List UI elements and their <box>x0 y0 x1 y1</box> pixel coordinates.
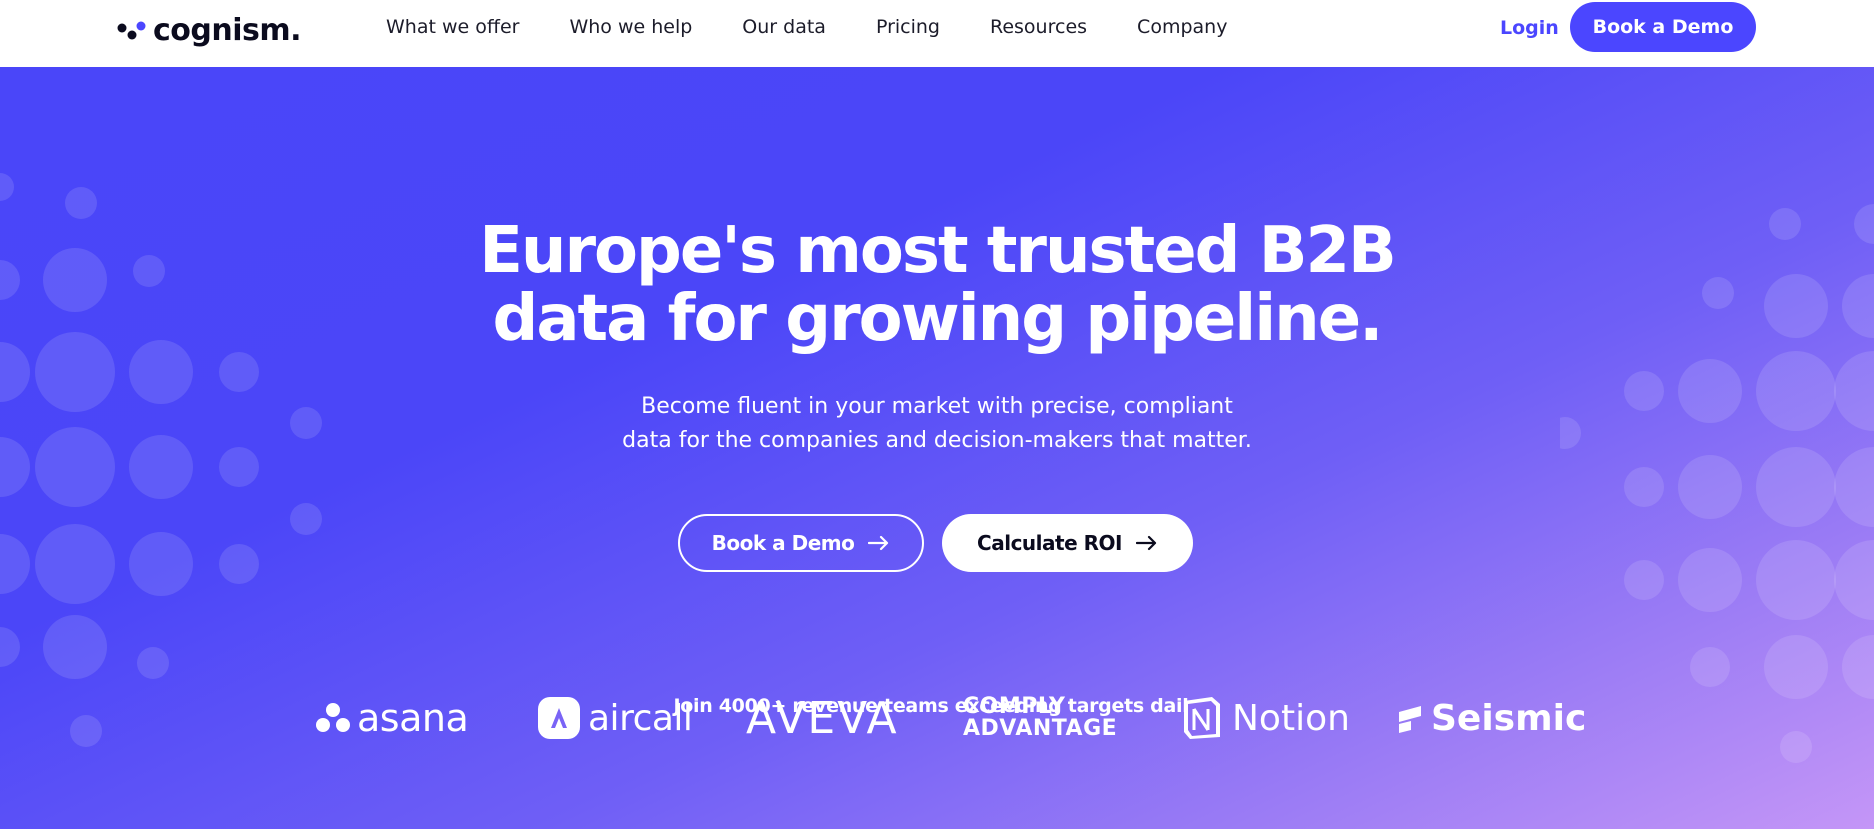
nav-pricing[interactable]: Pricing <box>876 16 940 38</box>
seismic-logo: Seismic <box>1397 688 1586 748</box>
nav-company[interactable]: Company <box>1137 16 1227 38</box>
aveva-wordmark: AVEVA <box>746 692 899 744</box>
hero-book-demo-button[interactable]: Book a Demo <box>678 514 924 572</box>
comply-advantage-logo: COMPLY ADVANTAGE <box>963 688 1117 748</box>
seismic-wordmark: Seismic <box>1431 697 1587 739</box>
notion-logo: Notion <box>1180 688 1350 748</box>
aircall-wordmark: aircall <box>588 697 693 739</box>
nav-who-we-help[interactable]: Who we help <box>569 16 692 38</box>
hero-calculate-roi-button[interactable]: Calculate ROI <box>942 514 1193 572</box>
logo-wordmark: cognism. <box>153 12 302 48</box>
login-link[interactable]: Login <box>1500 14 1559 42</box>
nav-resources[interactable]: Resources <box>990 16 1087 38</box>
nav-our-data[interactable]: Our data <box>742 16 826 38</box>
asana-wordmark: asana <box>357 696 469 740</box>
subhead-line-1: Become fluent in your market with precis… <box>641 394 1233 419</box>
cognism-logo[interactable]: cognism. <box>117 10 302 50</box>
comply-wordmark-line-2: ADVANTAGE <box>963 716 1118 741</box>
calculate-roi-label: Calculate ROI <box>977 531 1122 555</box>
notion-icon <box>1184 697 1220 739</box>
aircall-icon <box>538 697 580 739</box>
arrow-right-icon <box>1135 535 1157 551</box>
customer-logo-strip: asana aircall AVEVA COMPLY ADVANTAGE Not… <box>0 688 1874 748</box>
top-navbar: cognism. What we offer Who we help Our d… <box>0 0 1874 67</box>
comply-wordmark-line-1: COMPLY <box>963 694 1066 719</box>
asana-logo: asana <box>315 688 469 748</box>
hero-subheading: Become fluent in your market with precis… <box>0 390 1874 458</box>
notion-wordmark: Notion <box>1232 697 1350 739</box>
headline-line-1: Europe's most trusted B2B <box>479 214 1397 288</box>
book-demo-label: Book a Demo <box>711 531 855 555</box>
arrow-right-icon <box>868 535 889 551</box>
seismic-icon <box>1399 706 1421 733</box>
asana-icon <box>316 703 350 732</box>
hero-headline: Europe's most trusted B2B data for growi… <box>0 217 1874 353</box>
aveva-logo: AVEVA <box>746 688 899 748</box>
cognism-mark-icon <box>117 21 146 40</box>
main-menu: What we offer Who we help Our data Prici… <box>386 0 1277 54</box>
nav-book-demo-button[interactable]: Book a Demo <box>1570 2 1756 52</box>
aircall-logo: aircall <box>538 688 693 748</box>
headline-line-2: data for growing pipeline. <box>492 282 1384 356</box>
subhead-line-2: data for the companies and decision-make… <box>622 428 1252 453</box>
nav-what-we-offer[interactable]: What we offer <box>386 16 519 38</box>
